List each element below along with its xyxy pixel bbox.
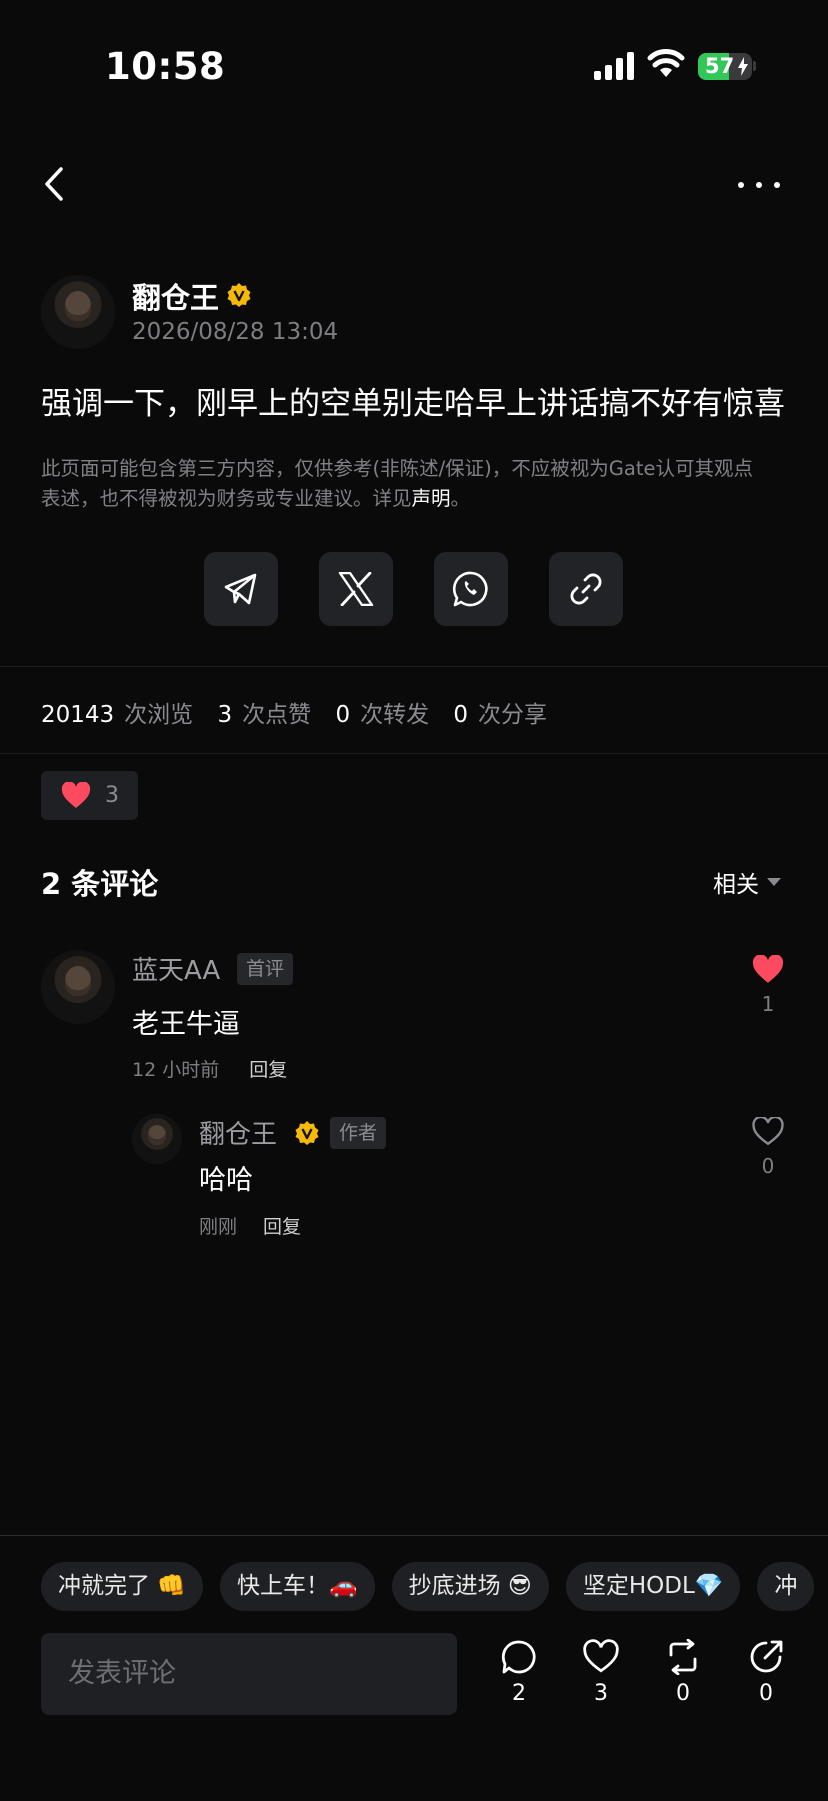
author-avatar[interactable]	[41, 275, 115, 349]
comment-input[interactable]: 发表评论	[41, 1633, 457, 1715]
battery-percent: 57	[705, 54, 735, 78]
post-timestamp: 2026/08/28 13:04	[132, 319, 339, 345]
share-action-count: 0	[759, 1681, 773, 1706]
x-icon	[338, 572, 374, 606]
post-author[interactable]: 翻仓王 2026/08/28 13:04	[41, 275, 781, 355]
disclaimer-text: 此页面可能包含第三方内容，仅供参考(非陈述/保证)，不应被视为Gate认可其观点…	[41, 454, 791, 514]
comment-like-count: 1	[761, 992, 775, 1016]
whatsapp-icon	[452, 571, 488, 607]
views-count: 20143	[41, 702, 115, 728]
author-name[interactable]: 翻仓王	[132, 275, 219, 317]
like-chip-count: 3	[105, 783, 119, 808]
shares-count: 0	[453, 702, 469, 728]
verified-badge-icon	[227, 283, 251, 307]
share-action-button[interactable]: 0	[746, 1639, 786, 1706]
reply-item: 翻仓王 作者 哈哈 刚刚 回复 0	[132, 1114, 792, 1244]
battery-nub	[753, 61, 756, 71]
comment-meta: 12 小时前 回复	[132, 1055, 287, 1082]
commenter-name[interactable]: 蓝天AA	[132, 950, 220, 987]
telegram-icon	[224, 573, 257, 605]
disclaimer-line-1: 此页面可能包含第三方内容，仅供参考(非陈述/保证)，不应被视为Gate认可其观点	[41, 457, 753, 480]
reply-text: 哈哈	[199, 1165, 253, 1196]
status-bar: 10:58 57	[0, 0, 828, 130]
replier-name[interactable]: 翻仓王	[199, 1114, 277, 1151]
disclaimer-link[interactable]: 声明	[412, 487, 451, 510]
heart-outline-icon	[752, 1115, 784, 1146]
likes-count: 3	[217, 702, 233, 728]
repost-action-button[interactable]: 0	[663, 1638, 703, 1706]
replier-avatar[interactable]	[132, 1114, 182, 1164]
caret-down-icon	[767, 878, 781, 886]
verified-badge-icon	[295, 1121, 319, 1145]
reposts-count: 0	[335, 702, 351, 728]
bottom-composer-bar: 冲就完了 👊 快上车！🚗 抄底进场 😎 坚定HODL💎 冲 发表评论 2 3 0…	[0, 1535, 828, 1801]
link-icon	[570, 573, 602, 605]
sort-label: 相关	[713, 872, 759, 898]
likes-label: 次点赞	[242, 702, 312, 728]
charging-bolt-icon	[738, 57, 748, 76]
comment-bubble-icon	[501, 1640, 536, 1674]
views-label: 次浏览	[124, 702, 194, 728]
reposts-label: 次转发	[360, 702, 430, 728]
comments-header: 2 条评论	[41, 867, 159, 901]
heart-filled-icon	[61, 782, 91, 808]
quick-reply-chip[interactable]: 快上车！🚗	[219, 1562, 375, 1611]
first-comment-tag: 首评	[237, 953, 294, 985]
back-arrow-icon[interactable]	[40, 164, 70, 204]
reply-like-count: 0	[761, 1154, 775, 1178]
share-row	[204, 552, 623, 626]
cellular-signal-icon	[594, 52, 634, 80]
quick-reply-row: 冲就完了 👊 快上车！🚗 抄底进场 😎 坚定HODL💎 冲	[41, 1562, 815, 1611]
share-whatsapp-button[interactable]	[434, 552, 508, 626]
reply-time: 刚刚	[199, 1216, 238, 1238]
share-x-button[interactable]	[319, 552, 393, 626]
reply-like-button[interactable]: 0	[750, 1115, 786, 1178]
quick-reply-chip[interactable]: 抄底进场 😎	[391, 1562, 549, 1611]
comment-text: 老王牛逼	[132, 1009, 240, 1040]
repost-icon	[669, 1638, 697, 1676]
copy-link-button[interactable]	[549, 552, 623, 626]
shares-label: 次分享	[478, 702, 548, 728]
like-reaction-chip[interactable]: 3	[41, 771, 138, 820]
quick-reply-chip[interactable]: 冲	[757, 1562, 815, 1611]
share-telegram-button[interactable]	[204, 552, 278, 626]
wifi-icon	[647, 49, 685, 77]
top-nav	[0, 150, 828, 220]
commenter-avatar[interactable]	[41, 950, 115, 1024]
disclaimer-end: 。	[450, 487, 471, 510]
repost-action-count: 0	[676, 1681, 690, 1706]
post-body: 强调一下，刚早上的空单别走哈早上讲话搞不好有惊喜	[41, 386, 785, 422]
quick-reply-chip[interactable]: 冲就完了 👊	[41, 1562, 203, 1611]
divider	[0, 753, 828, 754]
share-arrow-icon	[750, 1640, 783, 1673]
heart-filled-icon	[752, 954, 784, 983]
status-time: 10:58	[105, 45, 226, 88]
comment-time: 12 小时前	[132, 1059, 220, 1081]
heart-outline-icon	[583, 1639, 619, 1673]
sort-dropdown[interactable]: 相关	[713, 865, 781, 899]
comment-like-button[interactable]: 1	[750, 954, 786, 1016]
reply-meta: 刚刚 回复	[199, 1212, 301, 1239]
comments-action-count: 2	[512, 1681, 526, 1706]
disclaimer-line-2: 表述，也不得被视为财务或专业建议。详见	[41, 487, 412, 510]
reply-button[interactable]: 回复	[249, 1059, 287, 1081]
quick-reply-chip[interactable]: 坚定HODL💎	[565, 1562, 741, 1611]
battery-indicator: 57	[698, 53, 752, 80]
comments-action-button[interactable]: 2	[499, 1639, 539, 1706]
like-action-button[interactable]: 3	[581, 1639, 621, 1706]
like-action-count: 3	[594, 1681, 608, 1706]
post-stats: 20143 次浏览 3 次点赞 0 次转发 0 次分享	[41, 695, 564, 729]
author-tag: 作者	[330, 1117, 387, 1149]
divider	[0, 666, 828, 667]
comment-item: 蓝天AA 首评 老王牛逼 12 小时前 回复 1	[41, 950, 791, 1085]
reply-button[interactable]: 回复	[263, 1216, 301, 1238]
more-options-icon[interactable]	[738, 175, 788, 195]
